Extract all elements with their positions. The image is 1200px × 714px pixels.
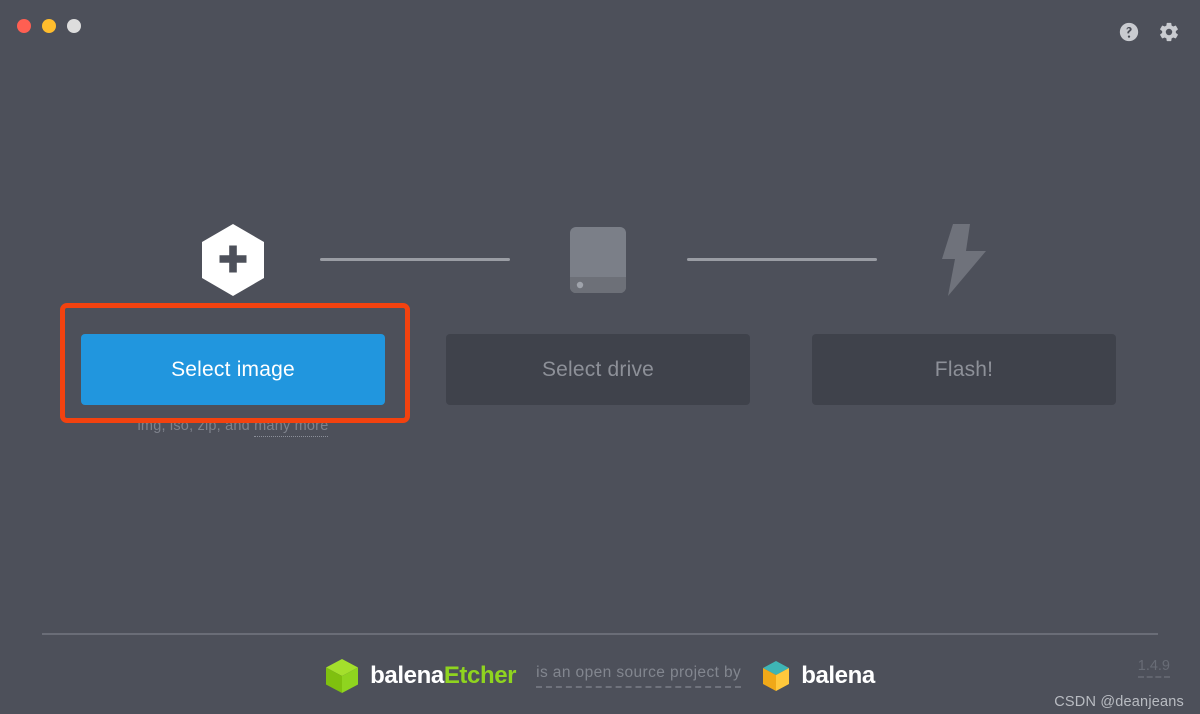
select-image-button[interactable]: Select image (81, 334, 385, 405)
window-controls (17, 19, 81, 33)
supported-formats-hint: img, iso, zip, and many more (81, 418, 385, 437)
brand-etcher: Etcher (443, 662, 517, 689)
brand-balena: balena (370, 662, 444, 689)
etcher-app-window: Select image img, iso, zip, and many mor… (0, 0, 1200, 714)
etcher-cube-logo-icon (326, 659, 359, 693)
footer-divider (42, 633, 1158, 635)
action-button-row: Select image img, iso, zip, and many mor… (0, 334, 1200, 437)
maximize-window-button[interactable] (67, 19, 81, 33)
csdn-watermark: CSDN @deanjeans (1054, 694, 1184, 710)
gear-icon[interactable] (1158, 21, 1180, 43)
balena-cube-logo-icon (763, 661, 790, 691)
select-drive-column: Select drive (446, 334, 750, 405)
balena-company-brand[interactable]: balena (761, 660, 875, 692)
select-image-column: Select image img, iso, zip, and many mor… (81, 334, 385, 437)
hexagon-plus-icon (202, 224, 264, 296)
step-connector-1 (320, 258, 510, 261)
minimize-window-button[interactable] (42, 19, 56, 33)
help-icon[interactable] (1118, 21, 1140, 43)
select-drive-button[interactable]: Select drive (446, 334, 750, 405)
open-source-note: is an open source project by (536, 664, 742, 688)
drive-icon (570, 227, 626, 293)
footer-branding: balenaEtcher is an open source project b… (0, 658, 1200, 694)
step-flash-icon (909, 212, 1019, 308)
formats-more-link[interactable]: many more (254, 418, 329, 437)
titlebar-actions (1118, 21, 1180, 43)
lightning-bolt-icon (942, 224, 986, 296)
etcher-brand: balenaEtcher (325, 658, 517, 694)
step-select-image-icon (178, 212, 288, 308)
close-window-button[interactable] (17, 19, 31, 33)
step-indicator-row (60, 212, 1140, 308)
etcher-brand-text: balenaEtcher (370, 662, 516, 690)
footer: balenaEtcher is an open source project b… (0, 652, 1200, 704)
title-bar (0, 0, 1200, 56)
step-connector-2 (687, 258, 877, 261)
flash-button[interactable]: Flash! (812, 334, 1116, 405)
app-version: 1.4.9 (1137, 658, 1170, 678)
balena-wordmark: balena (801, 662, 875, 689)
formats-prefix: img, iso, zip, and (137, 418, 255, 434)
flash-column: Flash! (812, 334, 1116, 405)
step-select-drive-icon (543, 212, 653, 308)
